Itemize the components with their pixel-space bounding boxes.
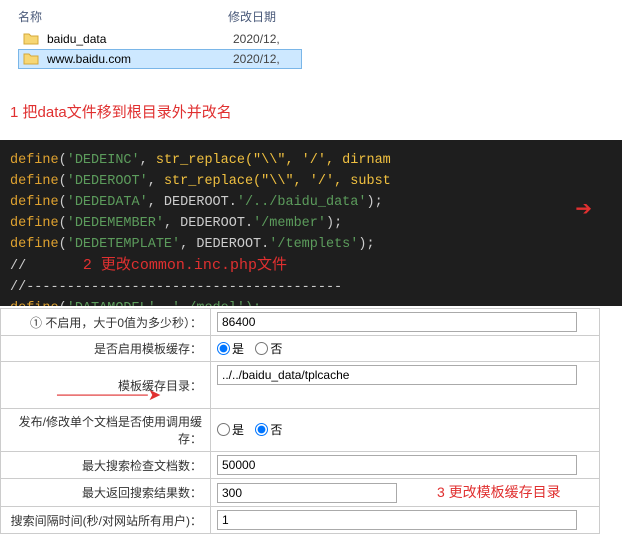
keyword: define (10, 153, 59, 168)
annotation-1: 1 把data文件移到根目录外并改名 (0, 71, 622, 140)
max-results-input[interactable] (217, 483, 397, 503)
file-header: 名称 修改日期 (18, 6, 622, 29)
doc-cache-no-radio[interactable] (255, 423, 268, 436)
table-row: 搜索间隔时间(秒/对网站所有用户)： (1, 507, 600, 534)
table-row: 最大返回搜索结果数： 3 更改模板缓存目录 (1, 479, 600, 507)
file-explorer: 名称 修改日期 baidu_data 2020/12, www.baidu.co… (0, 0, 622, 71)
setting-label: 发布/修改单个文档是否使用调用缓存： (1, 409, 211, 452)
setting-label: 搜索间隔时间(秒/对网站所有用户)： (1, 507, 211, 534)
arrow-icon: ➔ (575, 200, 592, 221)
tpl-cache-dir-input[interactable] (217, 365, 577, 385)
folder-icon (23, 31, 39, 47)
col-name: 名称 (18, 8, 228, 25)
table-row: 是否启用模板缓存： 是 否 (1, 336, 600, 362)
setting-label: 最大返回搜索结果数： (1, 479, 211, 507)
file-date: 2020/12, (233, 52, 280, 66)
setting-label: 最大搜索检查文档数： (1, 452, 211, 479)
table-row: 发布/修改单个文档是否使用调用缓存： 是 否 (1, 409, 600, 452)
setting-label: 是否启用模板缓存： (1, 336, 211, 362)
tpl-cache-no-radio[interactable] (255, 342, 268, 355)
doc-cache-yes-radio[interactable] (217, 423, 230, 436)
annotation-2: 2 更改common.inc.php文件 (83, 257, 287, 274)
file-date: 2020/12, (233, 32, 280, 46)
file-row[interactable]: baidu_data 2020/12, (18, 29, 622, 49)
arrow-icon: ────────➤ (57, 387, 161, 404)
table-row: ① 不启用，大于0值为多少秒）： (1, 309, 600, 336)
table-row: 模板缓存目录： ────────➤ (1, 362, 600, 409)
max-search-docs-input[interactable] (217, 455, 577, 475)
cache-seconds-input[interactable] (217, 312, 577, 332)
table-row: 最大搜索检查文档数： (1, 452, 600, 479)
search-interval-input[interactable] (217, 510, 577, 530)
folder-icon (23, 51, 39, 67)
file-name: baidu_data (47, 32, 233, 46)
annotation-3: 3 更改模板缓存目录 (437, 482, 561, 502)
file-name: www.baidu.com (47, 52, 233, 66)
col-date: 修改日期 (228, 8, 308, 25)
file-row[interactable]: www.baidu.com 2020/12, (18, 49, 302, 69)
tpl-cache-yes-radio[interactable] (217, 342, 230, 355)
code-editor: define('DEDEINC', str_replace("\\", '/',… (0, 140, 622, 306)
settings-table: ① 不启用，大于0值为多少秒）： 是否启用模板缓存： 是 否 模板缓存目录： ─… (0, 308, 600, 534)
setting-label: ① 不启用，大于0值为多少秒）： (1, 309, 211, 336)
